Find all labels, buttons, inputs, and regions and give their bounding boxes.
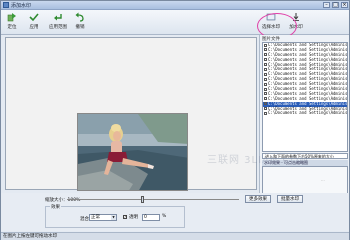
zoom-size-label: 缩放大小：100% — [45, 198, 81, 203]
more-effects-button[interactable]: 更多效果 — [245, 195, 271, 203]
locate-icon — [7, 13, 16, 22]
file-checkbox[interactable] — [264, 92, 267, 96]
blend-select[interactable]: 正常 ▼ — [89, 214, 117, 221]
apply-range-icon — [54, 14, 62, 21]
file-checkbox[interactable] — [264, 67, 267, 71]
app-icon — [3, 2, 9, 8]
chevron-down-icon: ▼ — [111, 215, 116, 220]
file-checkbox[interactable] — [264, 87, 267, 91]
file-checkbox[interactable] — [264, 53, 267, 57]
window-title: 添加水印 — [11, 3, 32, 9]
apply-icon — [29, 13, 39, 22]
toolbar-button-apply-range[interactable]: 应用范围 — [47, 12, 69, 32]
app-window: 添加水印 – □ × 定位 应用 应用范围 撤销 选择水印 加水印 图片文件 C… — [0, 0, 350, 240]
minimize-button[interactable]: – — [323, 2, 330, 8]
zoom-slider-track[interactable] — [67, 199, 239, 200]
file-checkbox[interactable] — [264, 82, 267, 86]
blend-label: 混合 — [80, 217, 89, 222]
file-checkbox[interactable] — [264, 77, 267, 81]
file-checkbox[interactable] — [264, 107, 267, 111]
maximize-button[interactable]: □ — [332, 2, 339, 8]
file-checkbox[interactable] — [264, 111, 267, 115]
file-list-item[interactable]: C:\Documents and Settings\Administrator — [263, 111, 347, 116]
toolbar: 定位 应用 应用范围 撤销 选择水印 加水印 — [1, 10, 349, 39]
effect-legend: 效果 — [50, 204, 61, 210]
status-bar: 在图片上按左键可拖动水印 — [1, 232, 349, 240]
opacity-checkbox[interactable]: ✓ — [123, 215, 127, 219]
bottom-panel: 缩放大小：100% 更多效果 批量水印 效果 混合 正常 ▼ ✓ 透明 0 % — [1, 193, 349, 231]
file-checkbox[interactable] — [264, 97, 267, 101]
zoom-slider-thumb[interactable] — [141, 196, 144, 203]
file-list[interactable]: C:\Documents and Settings\AdministratorC… — [262, 42, 348, 152]
opacity-label: 透明 — [129, 215, 138, 220]
site-watermark-text: 三联网 3LIAN.COM — [207, 155, 310, 166]
file-checkbox[interactable] — [264, 102, 267, 106]
opacity-input[interactable]: 0 — [142, 214, 160, 221]
toolbar-button-undo[interactable]: 撤销 — [71, 12, 89, 32]
blend-value: 正常 — [91, 215, 100, 220]
toolbar-button-locate[interactable]: 定位 — [3, 12, 21, 32]
opacity-unit: % — [162, 214, 167, 219]
title-bar: 添加水印 – □ × — [1, 1, 349, 10]
image-canvas[interactable] — [5, 37, 257, 191]
right-panel: 图片文件 C:\Documents and Settings\Administr… — [259, 35, 349, 222]
file-checkbox[interactable] — [264, 43, 267, 47]
close-button[interactable]: × — [341, 2, 348, 8]
photo-drawing — [78, 114, 187, 190]
file-checkbox[interactable] — [264, 48, 267, 52]
undo-icon — [75, 12, 84, 22]
file-path: C:\Documents and Settings\Administrator — [268, 110, 348, 116]
photo-image[interactable] — [77, 113, 188, 191]
batch-watermark-button[interactable]: 批量水印 — [277, 195, 303, 203]
svg-text:...: ... — [321, 177, 325, 182]
file-checkbox[interactable] — [264, 63, 267, 67]
file-checkbox[interactable] — [264, 58, 267, 62]
toolbar-button-apply[interactable]: 应用 — [25, 12, 43, 32]
file-checkbox[interactable] — [264, 72, 267, 76]
